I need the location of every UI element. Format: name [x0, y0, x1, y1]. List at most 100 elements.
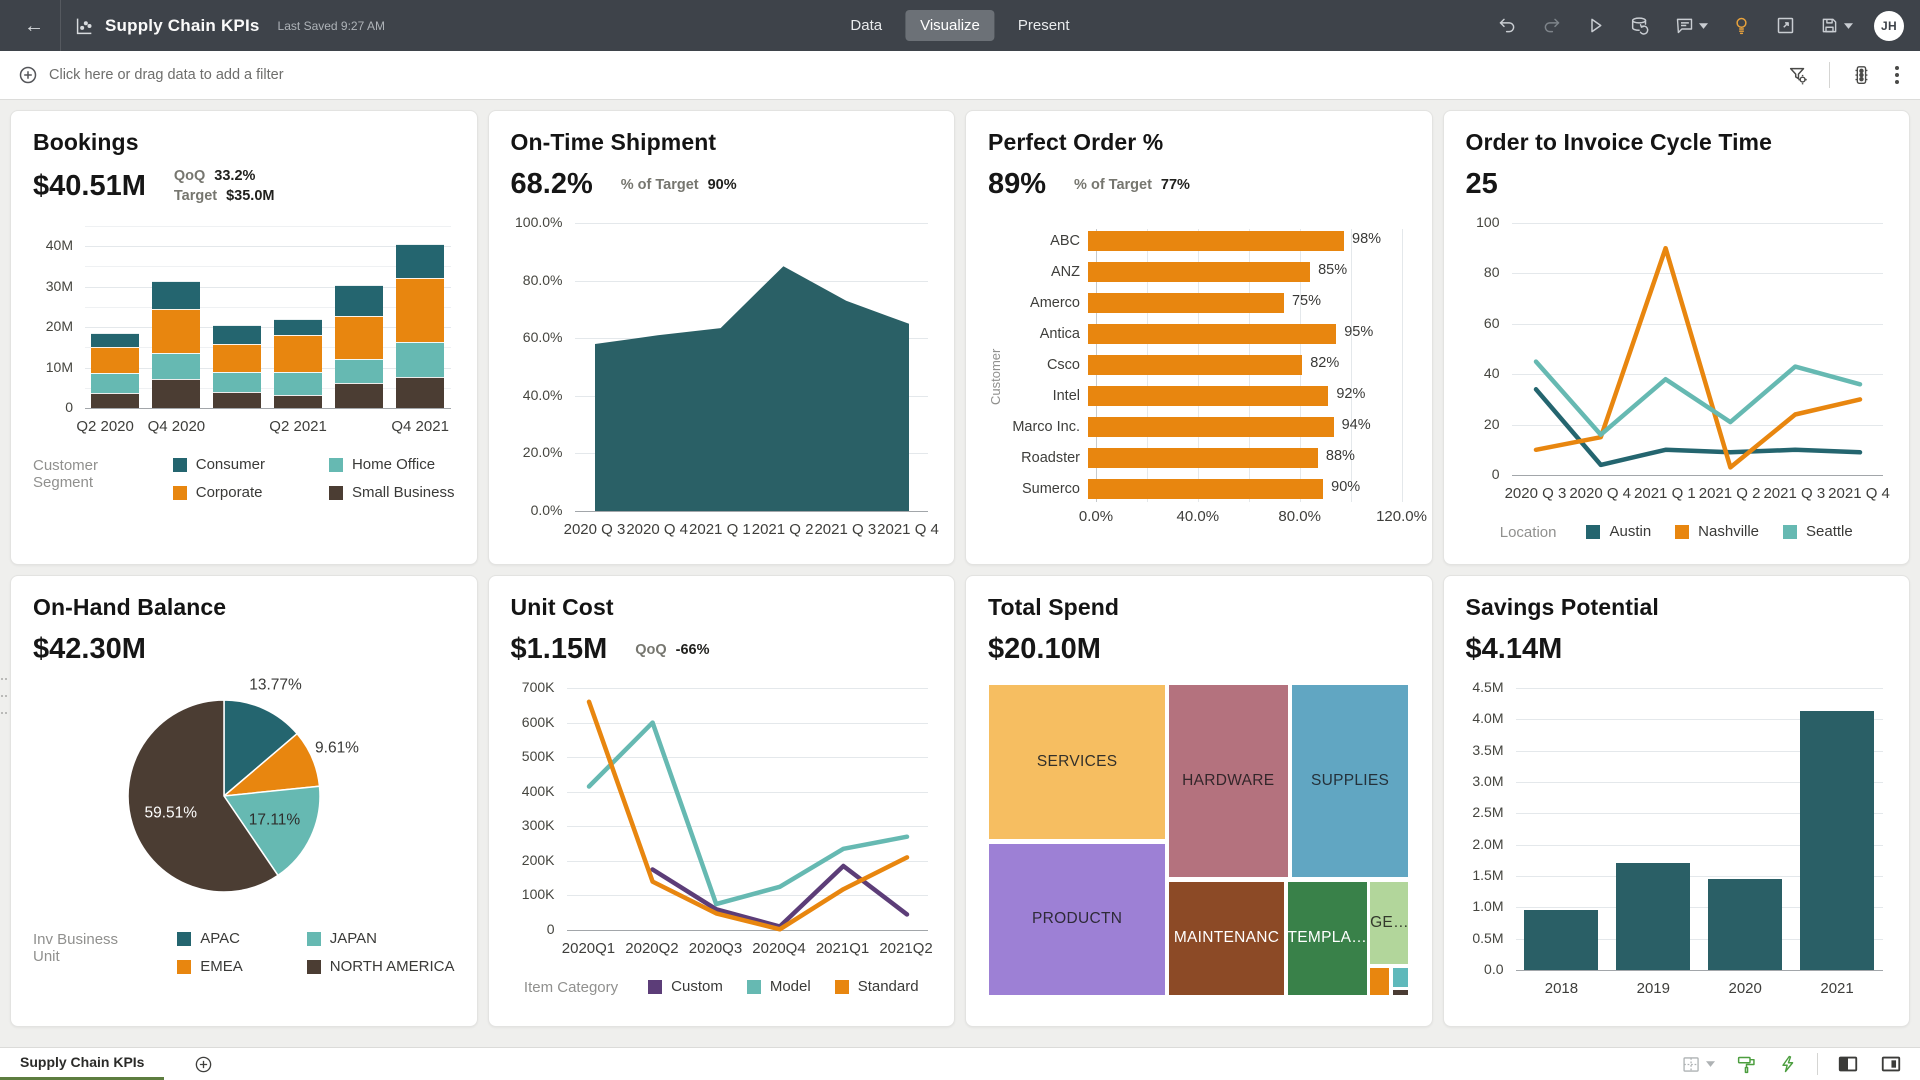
bar-segment[interactable]: [335, 359, 383, 383]
bar[interactable]: [1708, 688, 1782, 970]
bar-segment[interactable]: [335, 383, 383, 408]
bar-segment[interactable]: [152, 281, 200, 309]
back-button[interactable]: ←: [16, 12, 52, 40]
bar-segment[interactable]: [274, 372, 322, 395]
tab-data[interactable]: Data: [835, 10, 897, 41]
legend-item[interactable]: Seattle: [1783, 523, 1853, 540]
undo-icon[interactable]: [1495, 13, 1520, 38]
legend-item[interactable]: NORTH AMERICA: [307, 958, 455, 975]
stacked-bar[interactable]: [335, 226, 383, 408]
filter-settings-icon[interactable]: [1785, 62, 1811, 88]
tab-present[interactable]: Present: [1003, 10, 1085, 41]
stacked-bar[interactable]: [213, 226, 261, 408]
user-avatar[interactable]: JH: [1874, 11, 1904, 41]
treemap-node-templa[interactable]: TEMPLA…: [1287, 881, 1368, 996]
brush-style-icon[interactable]: [1734, 1052, 1759, 1077]
bar-segment[interactable]: [335, 316, 383, 359]
bar-segment[interactable]: [152, 353, 200, 378]
open-window-icon[interactable]: [1773, 13, 1798, 38]
bar-segment[interactable]: [335, 285, 383, 316]
h-bar[interactable]: [1088, 231, 1344, 251]
bar-segment[interactable]: [1616, 863, 1690, 970]
treemap-node[interactable]: [1392, 967, 1410, 988]
comments-icon[interactable]: [1672, 13, 1710, 38]
bar-segment[interactable]: [91, 373, 139, 392]
save-icon[interactable]: [1817, 13, 1855, 38]
bar-segment[interactable]: [274, 395, 322, 408]
legend-item[interactable]: Custom: [648, 978, 723, 995]
bar-segment[interactable]: [274, 319, 322, 335]
add-canvas-icon[interactable]: [194, 1055, 213, 1074]
bar-segment[interactable]: [213, 325, 261, 344]
legend-item[interactable]: JAPAN: [307, 930, 455, 947]
tab-visualize[interactable]: Visualize: [905, 10, 995, 41]
treemap-node[interactable]: [1369, 967, 1389, 996]
legend-item[interactable]: Consumer: [173, 456, 265, 473]
legend-item[interactable]: APAC: [177, 930, 243, 947]
traffic-light-icon[interactable]: [1848, 62, 1874, 88]
add-filter-icon[interactable]: [18, 65, 38, 85]
legend-item[interactable]: Small Business: [329, 484, 455, 501]
bar-segment[interactable]: [396, 244, 444, 278]
h-bar[interactable]: [1088, 293, 1284, 313]
bar[interactable]: [1524, 688, 1598, 970]
bar-segment[interactable]: [213, 372, 261, 392]
treemap-node[interactable]: [1392, 989, 1410, 996]
treemap-node-supplies[interactable]: SUPPLIES: [1291, 684, 1410, 878]
h-bar[interactable]: [1088, 324, 1336, 344]
legend-item[interactable]: Standard: [835, 978, 919, 995]
bar-segment[interactable]: [1800, 711, 1874, 970]
stacked-bar[interactable]: [396, 226, 444, 408]
bar-segment[interactable]: [152, 379, 200, 408]
bar-segment[interactable]: [274, 335, 322, 372]
legend-item[interactable]: Model: [747, 978, 811, 995]
refresh-data-icon[interactable]: [1627, 13, 1653, 39]
treemap-node-productn[interactable]: PRODUCTN: [988, 843, 1166, 996]
h-bar[interactable]: [1088, 417, 1334, 437]
auto-apply-flash-icon[interactable]: [1776, 1052, 1800, 1076]
stacked-bar[interactable]: [91, 226, 139, 408]
legend-item[interactable]: Corporate: [173, 484, 265, 501]
bar[interactable]: [1616, 688, 1690, 970]
line-series-Seattle[interactable]: [1536, 362, 1860, 435]
h-bar[interactable]: [1088, 262, 1310, 282]
legend-item[interactable]: Home Office: [329, 456, 455, 473]
bar-segment[interactable]: [152, 309, 200, 353]
bar-segment[interactable]: [1524, 910, 1598, 970]
bar-segment[interactable]: [396, 278, 444, 342]
stacked-bar[interactable]: [152, 226, 200, 408]
h-bar[interactable]: [1088, 355, 1302, 375]
stacked-bar[interactable]: [274, 226, 322, 408]
treemap-node-ge[interactable]: GE…: [1369, 881, 1409, 966]
canvas-layout-icon[interactable]: [1679, 1052, 1717, 1077]
line-series-Nashville[interactable]: [1536, 248, 1860, 467]
panel-right-toggle-icon[interactable]: [1878, 1051, 1904, 1077]
treemap-node-maintenanc[interactable]: MAINTENANC: [1168, 881, 1285, 996]
h-bar[interactable]: [1088, 479, 1323, 499]
bar-segment[interactable]: [91, 347, 139, 373]
treemap-node-hardware[interactable]: HARDWARE: [1168, 684, 1289, 878]
bar-segment[interactable]: [91, 333, 139, 347]
panel-left-toggle-icon[interactable]: [1835, 1051, 1861, 1077]
canvas-resize-handle[interactable]: [1, 678, 8, 714]
insights-lightbulb-icon[interactable]: [1729, 13, 1754, 38]
bar-segment[interactable]: [91, 393, 139, 408]
bar[interactable]: [1800, 688, 1874, 970]
more-options-kebab-icon[interactable]: [1892, 62, 1902, 88]
run-play-icon[interactable]: [1583, 13, 1608, 38]
h-bar[interactable]: [1088, 448, 1318, 468]
canvas-tab[interactable]: Supply Chain KPIs: [0, 1048, 164, 1080]
bar-segment[interactable]: [1708, 879, 1782, 970]
legend-item[interactable]: EMEA: [177, 958, 243, 975]
redo-icon[interactable]: [1539, 13, 1564, 38]
bar-segment[interactable]: [213, 392, 261, 408]
filter-prompt[interactable]: Click here or drag data to add a filter: [49, 67, 284, 83]
h-bar[interactable]: [1088, 386, 1328, 406]
legend-item[interactable]: Austin: [1586, 523, 1651, 540]
bar-segment[interactable]: [396, 342, 444, 378]
legend-item[interactable]: Nashville: [1675, 523, 1759, 540]
bar-segment[interactable]: [396, 377, 444, 408]
bar-segment[interactable]: [213, 344, 261, 372]
area-series[interactable]: [575, 223, 929, 511]
treemap-node-services[interactable]: SERVICES: [988, 684, 1166, 840]
